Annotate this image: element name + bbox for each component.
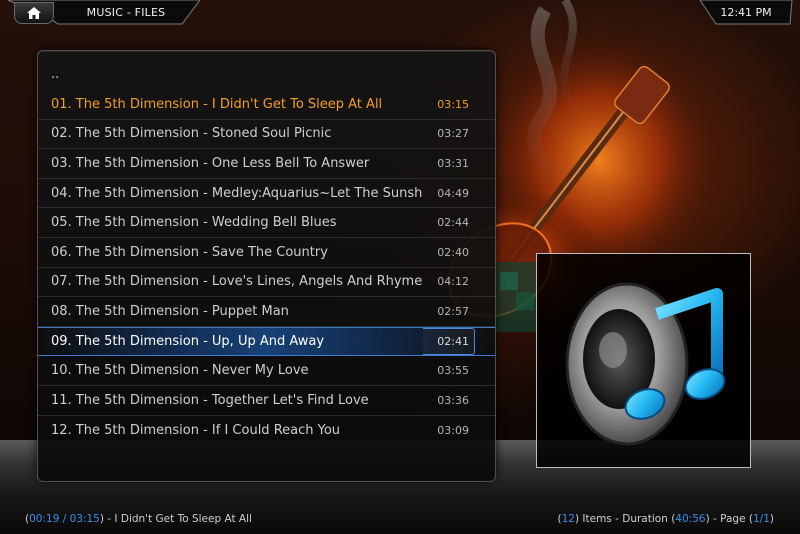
track-row[interactable]: 03. The 5th Dimension - One Less Bell To… (38, 149, 495, 179)
file-list-panel: .. 01. The 5th Dimension - I Didn't Get … (37, 50, 496, 482)
home-button[interactable] (14, 2, 54, 24)
page-title: MUSIC - FILES (86, 6, 166, 19)
now-playing-title: I Didn't Get To Sleep At All (114, 513, 252, 525)
items-count: 12 (561, 513, 575, 525)
track-title: 12. The 5th Dimension - If I Could Reach… (51, 422, 341, 438)
track-row[interactable]: 04. The 5th Dimension - Medley:Aquarius~… (38, 179, 495, 209)
total-duration: 40:56 (675, 513, 706, 525)
elapsed-time: 00:19 (29, 513, 60, 525)
parent-folder-item[interactable]: .. (51, 67, 59, 82)
track-duration: 03:15 (437, 97, 469, 111)
track-row[interactable]: 10. The 5th Dimension - Never My Love 03… (38, 356, 495, 386)
page-label: Page (720, 513, 746, 525)
track-row[interactable]: 01. The 5th Dimension - I Didn't Get To … (38, 90, 495, 120)
track-duration: 04:49 (437, 186, 469, 200)
now-playing-status: (00:19 / 03:15) - I Didn't Get To Sleep … (25, 513, 252, 525)
page-indicator: 1/1 (752, 513, 770, 525)
track-duration: 03:31 (437, 156, 469, 170)
track-row[interactable]: 06. The 5th Dimension - Save The Country… (38, 238, 495, 268)
track-title: 11. The 5th Dimension - Together Let's F… (51, 392, 369, 408)
clock: 12:41 PM (720, 6, 772, 19)
track-title: 04. The 5th Dimension - Medley:Aquarius~… (51, 185, 423, 201)
track-title: 03. The 5th Dimension - One Less Bell To… (51, 155, 370, 171)
track-duration: 03:09 (437, 423, 469, 437)
items-label: Items - Duration (582, 513, 668, 525)
music-speaker-icon (565, 282, 726, 446)
track-list: 01. The 5th Dimension - I Didn't Get To … (38, 90, 495, 445)
track-duration: 04:12 (437, 275, 469, 289)
track-duration: 02:57 (437, 304, 469, 318)
track-duration: 03:36 (437, 393, 469, 407)
track-duration: 03:55 (437, 364, 469, 378)
track-title: 01. The 5th Dimension - I Didn't Get To … (51, 96, 383, 112)
track-title: 05. The 5th Dimension - Wedding Bell Blu… (51, 215, 337, 231)
track-title: 06. The 5th Dimension - Save The Country (51, 244, 328, 260)
total-time: 03:15 (69, 513, 100, 525)
track-row[interactable]: 08. The 5th Dimension - Puppet Man 02:57 (38, 297, 495, 327)
track-title: 10. The 5th Dimension - Never My Love (51, 363, 309, 379)
track-row[interactable]: 02. The 5th Dimension - Stoned Soul Picn… (38, 120, 495, 150)
track-row[interactable]: 12. The 5th Dimension - If I Could Reach… (38, 416, 495, 446)
track-title: 09. The 5th Dimension - Up, Up And Away (51, 334, 325, 350)
track-duration: 03:27 (437, 127, 469, 141)
thumbnail-artwork (536, 253, 751, 468)
track-row[interactable]: 11. The 5th Dimension - Together Let's F… (38, 386, 495, 416)
track-duration: 02:41 (437, 335, 469, 349)
track-title: 02. The 5th Dimension - Stoned Soul Picn… (51, 126, 332, 142)
track-duration: 02:40 (437, 245, 469, 259)
list-summary: (12) Items - Duration (40:56) - Page (1/… (557, 513, 774, 525)
track-duration: 02:44 (437, 216, 469, 230)
track-title: 08. The 5th Dimension - Puppet Man (51, 303, 289, 319)
track-row[interactable]: 07. The 5th Dimension - Love's Lines, An… (38, 268, 495, 298)
track-row[interactable]: 09. The 5th Dimension - Up, Up And Away … (38, 326, 495, 357)
track-title: 07. The 5th Dimension - Love's Lines, An… (51, 274, 423, 290)
home-icon (27, 7, 41, 19)
track-row[interactable]: 05. The 5th Dimension - Wedding Bell Blu… (38, 208, 495, 238)
